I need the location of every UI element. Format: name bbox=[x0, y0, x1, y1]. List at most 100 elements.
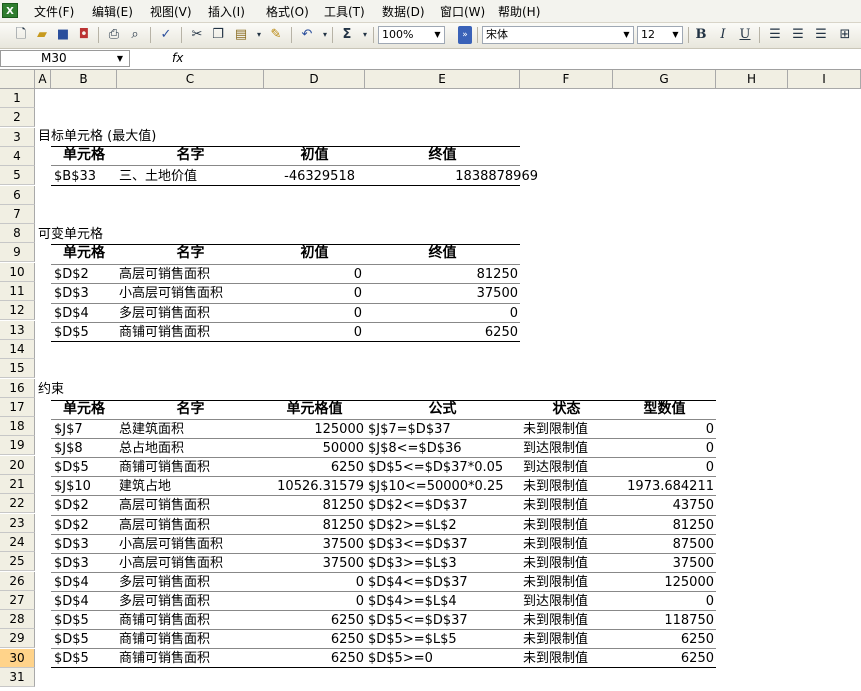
col-header-h[interactable]: H bbox=[716, 70, 788, 89]
row-header[interactable]: 27 bbox=[0, 590, 35, 610]
row-header[interactable]: 17 bbox=[0, 397, 35, 417]
toolbar-options-icon[interactable]: » bbox=[458, 26, 472, 44]
col-header-c[interactable]: C bbox=[117, 70, 264, 89]
autosum-icon[interactable]: Σ bbox=[338, 26, 356, 44]
row-header[interactable]: 19 bbox=[0, 436, 35, 456]
cut-icon[interactable]: ✂ bbox=[188, 26, 206, 44]
row-header[interactable]: 22 bbox=[0, 494, 35, 514]
row-header[interactable]: 2 bbox=[0, 108, 35, 128]
menu-data[interactable]: 数据(D) bbox=[382, 3, 425, 20]
select-all-corner[interactable] bbox=[0, 70, 35, 89]
font-size-value: 12 bbox=[641, 28, 655, 41]
paste-dropdown-icon[interactable]: ▾ bbox=[250, 26, 268, 44]
bold-button[interactable]: B bbox=[692, 26, 710, 44]
spelling-icon[interactable]: ✓ bbox=[157, 26, 175, 44]
autosum-dropdown-icon[interactable]: ▾ bbox=[356, 26, 374, 44]
format-painter-icon[interactable]: ✎ bbox=[267, 26, 285, 44]
row-header[interactable]: 10 bbox=[0, 262, 35, 282]
undo-icon[interactable]: ↶ bbox=[298, 26, 316, 44]
menu-file[interactable]: 文件(F) bbox=[34, 3, 74, 20]
insert-function-icon[interactable]: fx bbox=[172, 51, 183, 65]
align-center-icon[interactable]: ☰ bbox=[789, 26, 807, 44]
copy-icon[interactable]: ❐ bbox=[209, 26, 227, 44]
row-header[interactable]: 5 bbox=[0, 166, 35, 186]
constraint-cell-ref: $D$2 bbox=[54, 498, 89, 514]
row-header[interactable]: 13 bbox=[0, 320, 35, 340]
constraint-cell-value: 0 bbox=[355, 593, 364, 609]
save-icon[interactable]: ■ bbox=[54, 26, 72, 44]
constraint-cell-ref: $D$5 bbox=[54, 651, 89, 667]
constraint-cell-value: 6250 bbox=[330, 460, 364, 476]
variable-cell-final: 0 bbox=[509, 305, 518, 321]
new-document-icon[interactable]: 🗋 bbox=[12, 26, 30, 44]
font-name-select[interactable]: 宋体 ▼ bbox=[482, 26, 634, 44]
name-box-value: M30 bbox=[41, 51, 67, 65]
variable-cell-initial: 0 bbox=[353, 286, 362, 302]
constraint-cell-status: 未到限制值 bbox=[523, 422, 589, 437]
row-header[interactable]: 8 bbox=[0, 224, 35, 244]
row-header[interactable]: 11 bbox=[0, 282, 35, 301]
font-size-select[interactable]: 12 ▼ bbox=[637, 26, 683, 44]
variable-cell-name: 高层可销售面积 bbox=[119, 267, 211, 282]
align-right-icon[interactable]: ☰ bbox=[812, 26, 830, 44]
row-header[interactable]: 16 bbox=[0, 378, 35, 398]
print-icon[interactable]: ⎙ bbox=[105, 26, 123, 44]
name-box[interactable]: M30 ▼ bbox=[0, 50, 130, 67]
row-header[interactable]: 9 bbox=[0, 243, 35, 263]
row-header[interactable]: 6 bbox=[0, 185, 35, 205]
row-header[interactable]: 1 bbox=[0, 89, 35, 108]
constraints-header-slack: 型数值 bbox=[643, 401, 686, 417]
chevron-down-icon: ▼ bbox=[672, 30, 679, 39]
col-header-i[interactable]: I bbox=[788, 70, 861, 89]
constraint-cell-name: 总占地面积 bbox=[119, 441, 185, 457]
menu-window[interactable]: 窗口(W) bbox=[440, 3, 485, 20]
paste-icon[interactable]: ▤ bbox=[232, 26, 250, 44]
menu-edit[interactable]: 编辑(E) bbox=[92, 3, 133, 20]
menu-tools[interactable]: 工具(T) bbox=[324, 3, 365, 20]
row-header[interactable]: 21 bbox=[0, 475, 35, 494]
menu-insert[interactable]: 插入(I) bbox=[208, 3, 245, 20]
constraint-cell-name: 小高层可销售面积 bbox=[119, 536, 224, 552]
row-header[interactable]: 12 bbox=[0, 301, 35, 321]
row-header[interactable]: 4 bbox=[0, 146, 35, 166]
underline-button[interactable]: U bbox=[736, 26, 754, 44]
row-header[interactable]: 30 bbox=[0, 648, 35, 668]
row-header[interactable]: 25 bbox=[0, 552, 35, 572]
col-header-e[interactable]: E bbox=[365, 70, 520, 89]
open-folder-icon[interactable]: ▰ bbox=[33, 26, 51, 44]
col-header-b[interactable]: B bbox=[51, 70, 117, 89]
constraint-cell-slack: 87500 bbox=[672, 536, 714, 552]
col-header-d[interactable]: D bbox=[264, 70, 365, 89]
menu-view[interactable]: 视图(V) bbox=[150, 3, 192, 20]
row-header[interactable]: 14 bbox=[0, 339, 35, 359]
row-header[interactable]: 31 bbox=[0, 668, 35, 687]
constraint-cell-slack: 1973.684211 bbox=[627, 479, 714, 495]
col-header-g[interactable]: G bbox=[613, 70, 716, 89]
col-header-a[interactable]: A bbox=[35, 70, 51, 89]
row-header[interactable]: 28 bbox=[0, 610, 35, 630]
constraint-cell-formula: $D$2<=$D$37 bbox=[368, 498, 468, 514]
row-header[interactable]: 3 bbox=[0, 127, 35, 147]
menu-help[interactable]: 帮助(H) bbox=[498, 3, 540, 20]
row-header[interactable]: 26 bbox=[0, 571, 35, 591]
align-left-icon[interactable]: ☰ bbox=[766, 26, 784, 44]
constraints-header-value: 单元格值 bbox=[286, 401, 343, 417]
constraint-cell-value: 37500 bbox=[322, 555, 364, 571]
row-header[interactable]: 18 bbox=[0, 417, 35, 437]
col-header-f[interactable]: F bbox=[520, 70, 613, 89]
zoom-select[interactable]: 100% ▼ bbox=[378, 26, 445, 44]
merge-center-icon[interactable]: ⊞ bbox=[836, 26, 854, 44]
menu-format[interactable]: 格式(O) bbox=[266, 3, 309, 20]
print-preview-icon[interactable]: ⌕ bbox=[126, 26, 144, 44]
row-header[interactable]: 23 bbox=[0, 513, 35, 533]
row-header[interactable]: 7 bbox=[0, 204, 35, 224]
row-header[interactable]: 15 bbox=[0, 359, 35, 379]
row-header[interactable]: 29 bbox=[0, 629, 35, 649]
italic-button[interactable]: I bbox=[714, 26, 732, 44]
row-header[interactable]: 20 bbox=[0, 455, 35, 475]
permission-icon[interactable]: ◘ bbox=[75, 26, 93, 44]
excel-app-icon[interactable]: X bbox=[2, 3, 18, 18]
constraint-cell-status: 到达限制值 bbox=[523, 441, 589, 457]
constraint-cell-value: 6250 bbox=[330, 613, 364, 628]
row-header[interactable]: 24 bbox=[0, 532, 35, 552]
